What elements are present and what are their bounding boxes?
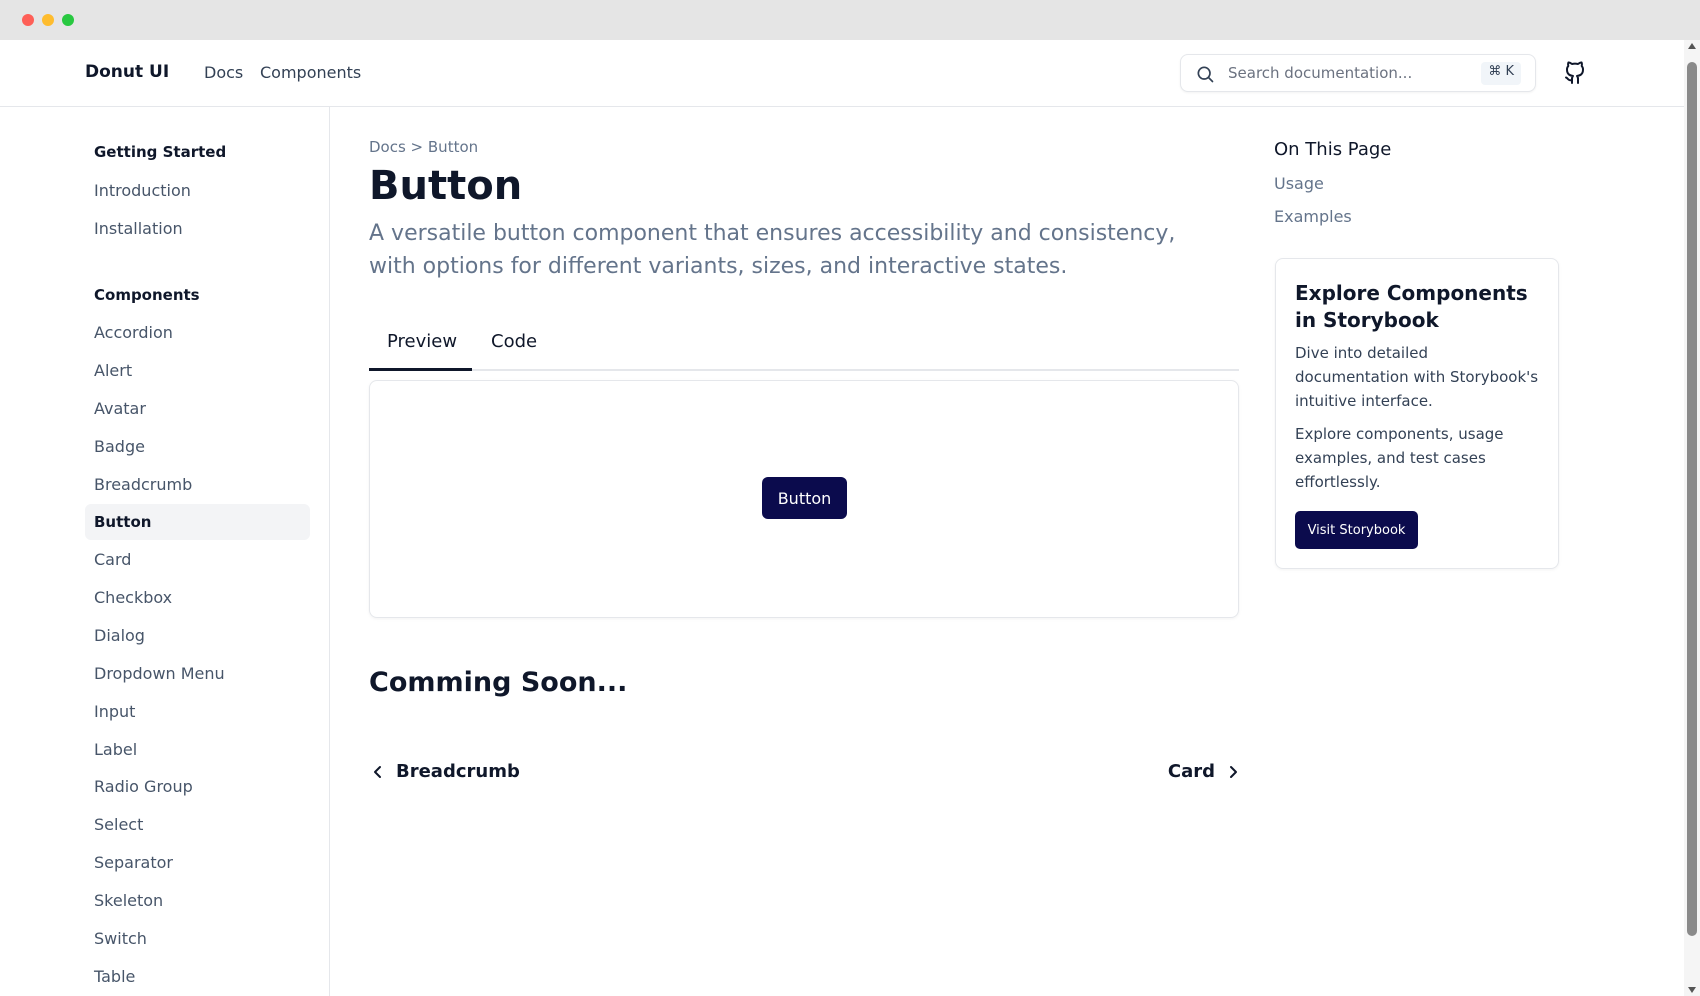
sidebar-item-separator[interactable]: Separator	[85, 845, 310, 881]
storybook-card-text-2: Explore components, usage examples, and …	[1295, 425, 1504, 491]
sidebar-item-introduction[interactable]: Introduction	[85, 173, 310, 209]
sidebar-item-card[interactable]: Card	[85, 542, 310, 578]
scroll-down-arrow[interactable]	[1688, 987, 1696, 993]
minimize-window-button[interactable]	[42, 14, 54, 26]
storybook-card: Explore Components in Storybook Dive int…	[1275, 258, 1559, 569]
github-icon[interactable]	[1563, 59, 1587, 89]
prev-page-link[interactable]: Breadcrumb	[372, 761, 520, 782]
scrollbar[interactable]	[1684, 40, 1700, 996]
sidebar-item-input[interactable]: Input	[85, 694, 310, 730]
visit-storybook-button[interactable]: Visit Storybook	[1295, 511, 1418, 549]
search-icon	[1197, 66, 1214, 83]
sidebar-item-table[interactable]: Table	[85, 959, 310, 995]
sidebar-item-accordion[interactable]: Accordion	[85, 315, 310, 351]
chevron-left-icon	[374, 765, 381, 778]
sidebar-nav: Getting Started Introduction Installatio…	[0, 107, 330, 996]
prev-page-label: Breadcrumb	[396, 761, 520, 782]
storybook-card-title: Explore Components in Storybook	[1295, 281, 1528, 332]
toc-title: On This Page	[1274, 139, 1392, 160]
chevron-right-icon	[1230, 765, 1237, 778]
tab-preview[interactable]: Preview	[387, 331, 457, 352]
sidebar-heading-getting-started: Getting Started	[94, 143, 227, 161]
breadcrumb: Docs > Button	[369, 138, 479, 156]
nav-link-docs[interactable]: Docs	[204, 63, 243, 82]
sidebar-item-badge[interactable]: Badge	[85, 429, 310, 465]
coming-soon-heading: Comming Soon...	[369, 667, 628, 698]
next-page-label: Card	[1167, 761, 1215, 782]
sidebar-item-radio-group[interactable]: Radio Group	[85, 769, 310, 805]
window-titlebar	[0, 0, 1700, 40]
search-input[interactable]: Search documentation...	[1228, 64, 1412, 82]
toc-link-usage[interactable]: Usage	[1274, 174, 1324, 193]
scroll-up-arrow[interactable]	[1688, 43, 1696, 49]
sidebar-item-installation[interactable]: Installation	[85, 211, 310, 247]
page-title: Button	[369, 163, 523, 209]
sidebar-item-avatar[interactable]: Avatar	[85, 391, 310, 427]
active-tab-indicator	[369, 368, 472, 371]
tabs-divider	[369, 369, 1239, 371]
sidebar-item-dialog[interactable]: Dialog	[85, 618, 310, 654]
sidebar-item-switch[interactable]: Switch	[85, 921, 310, 957]
search-shortcut-badge: ⌘ K	[1481, 62, 1521, 85]
search-box[interactable]: Search documentation... ⌘ K	[1180, 54, 1536, 92]
tab-code[interactable]: Code	[491, 331, 537, 352]
next-page-link[interactable]: Card	[1168, 761, 1239, 782]
demo-button[interactable]: Button	[762, 477, 847, 519]
sidebar-item-breadcrumb[interactable]: Breadcrumb	[85, 467, 310, 503]
nav-link-components[interactable]: Components	[260, 63, 361, 82]
sidebar-item-skeleton[interactable]: Skeleton	[85, 883, 310, 919]
scroll-thumb[interactable]	[1687, 62, 1697, 936]
sidebar-item-button[interactable]: Button	[85, 504, 310, 540]
site-header: Donut UI Docs Components Search document…	[0, 40, 1684, 107]
sidebar-item-select[interactable]: Select	[85, 807, 310, 843]
sidebar-item-checkbox[interactable]: Checkbox	[85, 580, 310, 616]
sidebar-item-label[interactable]: Label	[85, 732, 310, 768]
maximize-window-button[interactable]	[62, 14, 74, 26]
toc-link-examples[interactable]: Examples	[1274, 207, 1352, 226]
close-window-button[interactable]	[22, 14, 34, 26]
sidebar-item-alert[interactable]: Alert	[85, 353, 310, 389]
storybook-card-text-1: Dive into detailed documentation with St…	[1295, 344, 1539, 410]
page-description: A versatile button component that ensure…	[369, 221, 1176, 279]
sidebar-heading-components: Components	[94, 286, 200, 304]
brand-logo[interactable]: Donut UI	[85, 62, 169, 82]
sidebar-item-dropdown-menu[interactable]: Dropdown Menu	[85, 656, 310, 692]
preview-panel: Button	[369, 380, 1239, 618]
